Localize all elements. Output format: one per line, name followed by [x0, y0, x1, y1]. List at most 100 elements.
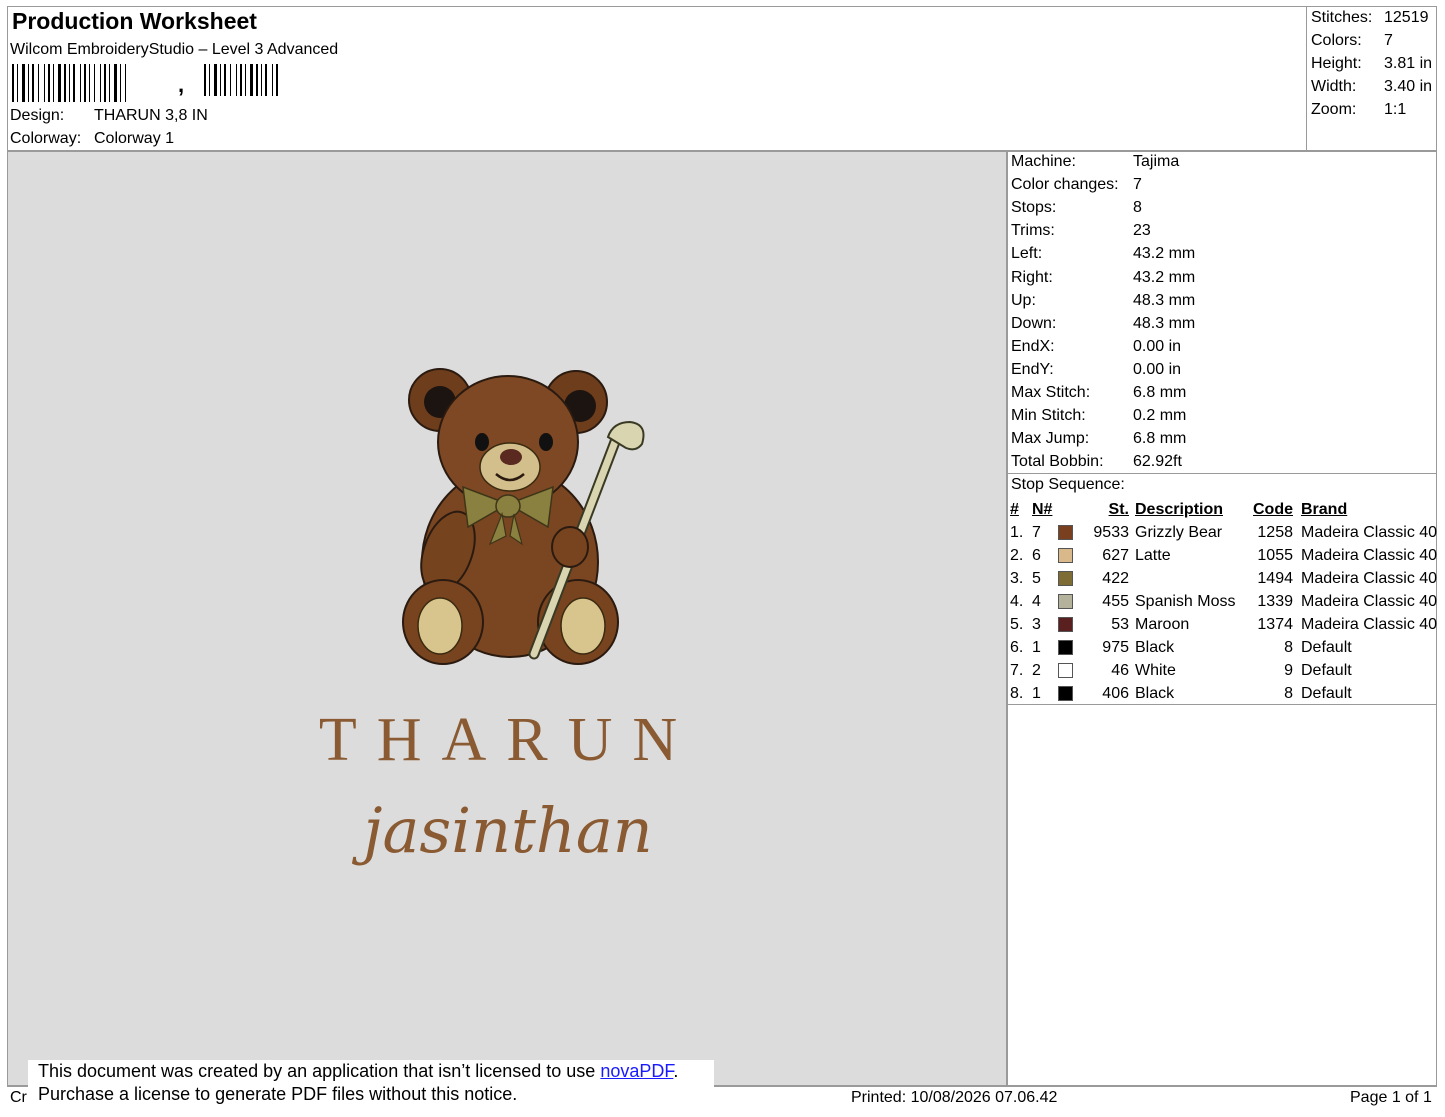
- design-label: Design:: [10, 107, 65, 124]
- machine-info-value: 48.3 mm: [1133, 314, 1196, 332]
- summary-colors-value: 7: [1384, 32, 1393, 49]
- stop-needle-cell: 6: [1032, 544, 1073, 567]
- stop-description: Grizzly Bear: [1135, 523, 1223, 541]
- stop-needle: 1: [1032, 638, 1041, 656]
- summary-zoom-label: Zoom:: [1311, 101, 1357, 118]
- stop-needle-cell: 2: [1032, 659, 1073, 682]
- stop-needle: 7: [1032, 523, 1041, 541]
- machine-info-value: 8: [1133, 199, 1142, 217]
- stop-num: 1.: [1010, 523, 1024, 541]
- color-swatch: [1058, 593, 1073, 609]
- stop-code: 8: [1284, 638, 1293, 656]
- summary-stitches-label: Stitches:: [1311, 9, 1373, 26]
- machine-info-value: 7: [1133, 176, 1142, 194]
- color-swatch: [1058, 524, 1073, 540]
- machine-info-label: Right:: [1011, 268, 1053, 286]
- stop-num: 7.: [1010, 661, 1024, 679]
- machine-info-label: Min Stitch:: [1011, 407, 1086, 425]
- machine-info-label: Trims:: [1011, 222, 1055, 240]
- stop-description: Black: [1135, 684, 1175, 702]
- colorway-label: Colorway:: [10, 130, 82, 147]
- machine-info-label: Machine:: [1011, 153, 1076, 170]
- stop-stitches: 46: [1111, 661, 1129, 679]
- machine-info-label: Total Bobbin:: [1011, 453, 1104, 471]
- machine-info-label: EndX:: [1011, 337, 1055, 355]
- stop-num: 8.: [1010, 684, 1024, 702]
- stop-brand: Madeira Classic 40: [1301, 546, 1438, 564]
- stop-brand: Madeira Classic 40: [1301, 569, 1438, 587]
- summary-labels: Stitches: Colors: Height: Width: Zoom:: [1311, 6, 1372, 121]
- stop-row: 8. 1 406 Black 8 Default: [1008, 682, 1437, 705]
- printed-date: Printed: 10/08/2026 07.06.42: [851, 1089, 1058, 1106]
- machine-info-value: 6.8 mm: [1133, 384, 1187, 401]
- stop-row: 2. 6 627 Latte 1055 Madeira Classic 40: [1008, 544, 1437, 567]
- machine-info-label: Color changes:: [1011, 176, 1119, 194]
- stop-brand: Default: [1301, 661, 1352, 679]
- stop-num: 5.: [1010, 615, 1024, 633]
- stop-row: 1. 7 9533 Grizzly Bear 1258 Madeira Classic 4…: [1008, 521, 1437, 544]
- stop-needle-cell: 5: [1032, 567, 1073, 590]
- machine-info-value: 23: [1133, 222, 1151, 240]
- stop-code: 9: [1284, 661, 1293, 679]
- stop-description: Spanish Moss: [1135, 592, 1236, 610]
- machine-info-value: 48.3 mm: [1133, 291, 1196, 309]
- summary-values: 12519 7 3.81 in 3.40 in 1:1: [1384, 6, 1432, 121]
- stop-code: 1055: [1257, 546, 1293, 564]
- stop-stitches: 53: [1111, 615, 1129, 633]
- stop-brand: Madeira Classic 40: [1301, 615, 1438, 633]
- color-swatch: [1058, 639, 1073, 655]
- notice-period: .: [673, 1061, 679, 1081]
- stop-stitches: 422: [1102, 569, 1129, 587]
- stop-row: 3. 5 422 1494 Madeira Classic 40: [1008, 567, 1437, 590]
- col-st: St.: [1108, 500, 1129, 518]
- machine-info-label: Stops:: [1011, 199, 1057, 217]
- stop-stitches: 627: [1102, 546, 1129, 564]
- stop-needle: 4: [1032, 592, 1041, 610]
- barcode-separator: ,: [178, 72, 185, 97]
- summary-width-value: 3.40 in: [1384, 78, 1433, 95]
- page-number: Page 1 of 1: [1350, 1089, 1432, 1106]
- stop-description: [1131, 567, 1251, 590]
- notice-text-2: Purchase a license to generate PDF files…: [38, 1084, 518, 1104]
- stop-brand: Madeira Classic 40: [1301, 592, 1438, 610]
- stop-description: Maroon: [1135, 615, 1190, 633]
- stop-needle: 2: [1032, 661, 1041, 679]
- design-name-text: THARUN: [319, 706, 697, 774]
- header-divider: [1306, 6, 1307, 151]
- color-swatch: [1058, 547, 1073, 563]
- summary-width-label: Width:: [1311, 78, 1357, 95]
- machine-info-label: EndY:: [1011, 360, 1054, 378]
- stop-row: 7. 2 46 White 9 Default: [1008, 659, 1437, 682]
- stop-num: 4.: [1010, 592, 1024, 610]
- stop-brand: Default: [1301, 638, 1352, 656]
- colorway-value: Colorway 1: [94, 130, 175, 147]
- machine-info-value: 0.00 in: [1133, 337, 1182, 355]
- stop-brand: Madeira Classic 40: [1301, 523, 1438, 541]
- stop-code: 8: [1284, 684, 1293, 702]
- col-num: #: [1010, 500, 1019, 518]
- stop-stitches: 406: [1102, 684, 1129, 702]
- machine-info-label: Down:: [1011, 314, 1057, 332]
- page-title: Production Worksheet: [12, 8, 257, 34]
- stop-row: 5. 3 53 Maroon 1374 Madeira Classic 40: [1008, 613, 1437, 636]
- stop-needle-cell: 1: [1032, 682, 1073, 705]
- panel-divider-1: [1007, 473, 1437, 474]
- design-canvas: THARUN jasinthan: [7, 151, 1007, 1086]
- machine-info-value: 6.8 mm: [1133, 430, 1187, 448]
- stop-needle: 6: [1032, 546, 1041, 564]
- stop-needle: 3: [1032, 615, 1041, 633]
- col-brand: Brand: [1301, 500, 1348, 518]
- stop-num: 3.: [1010, 569, 1024, 587]
- summary-height-label: Height:: [1311, 55, 1362, 72]
- stop-stitches: 9533: [1093, 523, 1129, 541]
- machine-info-label: Left:: [1011, 245, 1043, 263]
- stop-code: 1494: [1257, 569, 1293, 587]
- stop-code: 1339: [1257, 592, 1293, 610]
- color-swatch: [1058, 570, 1073, 586]
- barcode: [12, 64, 278, 102]
- novapdf-link[interactable]: novaPDF: [600, 1061, 673, 1081]
- machine-info-value: 43.2 mm: [1133, 268, 1196, 286]
- summary-colors-label: Colors:: [1311, 32, 1362, 49]
- embroidery-preview: THARUN jasinthan: [319, 368, 697, 867]
- stop-row: 4. 4 455 Spanish Moss 1339 Madeira Classic 40: [1008, 590, 1437, 613]
